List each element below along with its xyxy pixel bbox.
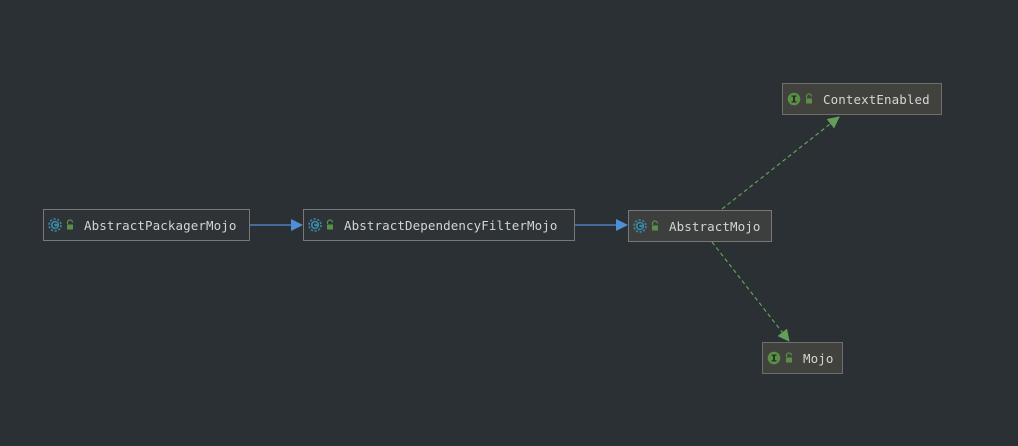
lock-icon xyxy=(804,93,814,105)
uml-diagram-canvas[interactable]: C AbstractPackagerMojo C AbstractDepende… xyxy=(0,0,1018,446)
edge-abstractmojo-implements-mojo xyxy=(711,241,790,342)
interface-icon xyxy=(787,92,801,106)
svg-text:C: C xyxy=(637,223,642,231)
svg-text:C: C xyxy=(312,222,317,230)
node-label: ContextEnabled xyxy=(823,91,930,107)
node-abstract-packager-mojo[interactable]: C AbstractPackagerMojo xyxy=(43,209,250,241)
abstract-class-icon: C xyxy=(633,219,647,233)
node-label: AbstractMojo xyxy=(669,218,761,234)
node-label: AbstractPackagerMojo xyxy=(84,217,237,233)
lock-icon xyxy=(65,219,75,231)
lock-icon xyxy=(325,219,335,231)
node-mojo[interactable]: Mojo xyxy=(762,342,843,374)
interface-icon xyxy=(767,351,781,365)
node-label: Mojo xyxy=(803,350,834,366)
node-label: AbstractDependencyFilterMojo xyxy=(344,217,558,233)
node-context-enabled[interactable]: ContextEnabled xyxy=(782,83,942,115)
edge-abstractmojo-implements-contextenabled xyxy=(721,116,840,210)
abstract-class-icon: C xyxy=(308,218,322,232)
lock-icon xyxy=(784,352,794,364)
lock-icon xyxy=(650,220,660,232)
abstract-class-icon: C xyxy=(48,218,62,232)
node-abstract-mojo[interactable]: C AbstractMojo xyxy=(628,210,772,242)
svg-text:C: C xyxy=(52,222,57,230)
node-abstract-dependency-filter-mojo[interactable]: C AbstractDependencyFilterMojo xyxy=(303,209,575,241)
